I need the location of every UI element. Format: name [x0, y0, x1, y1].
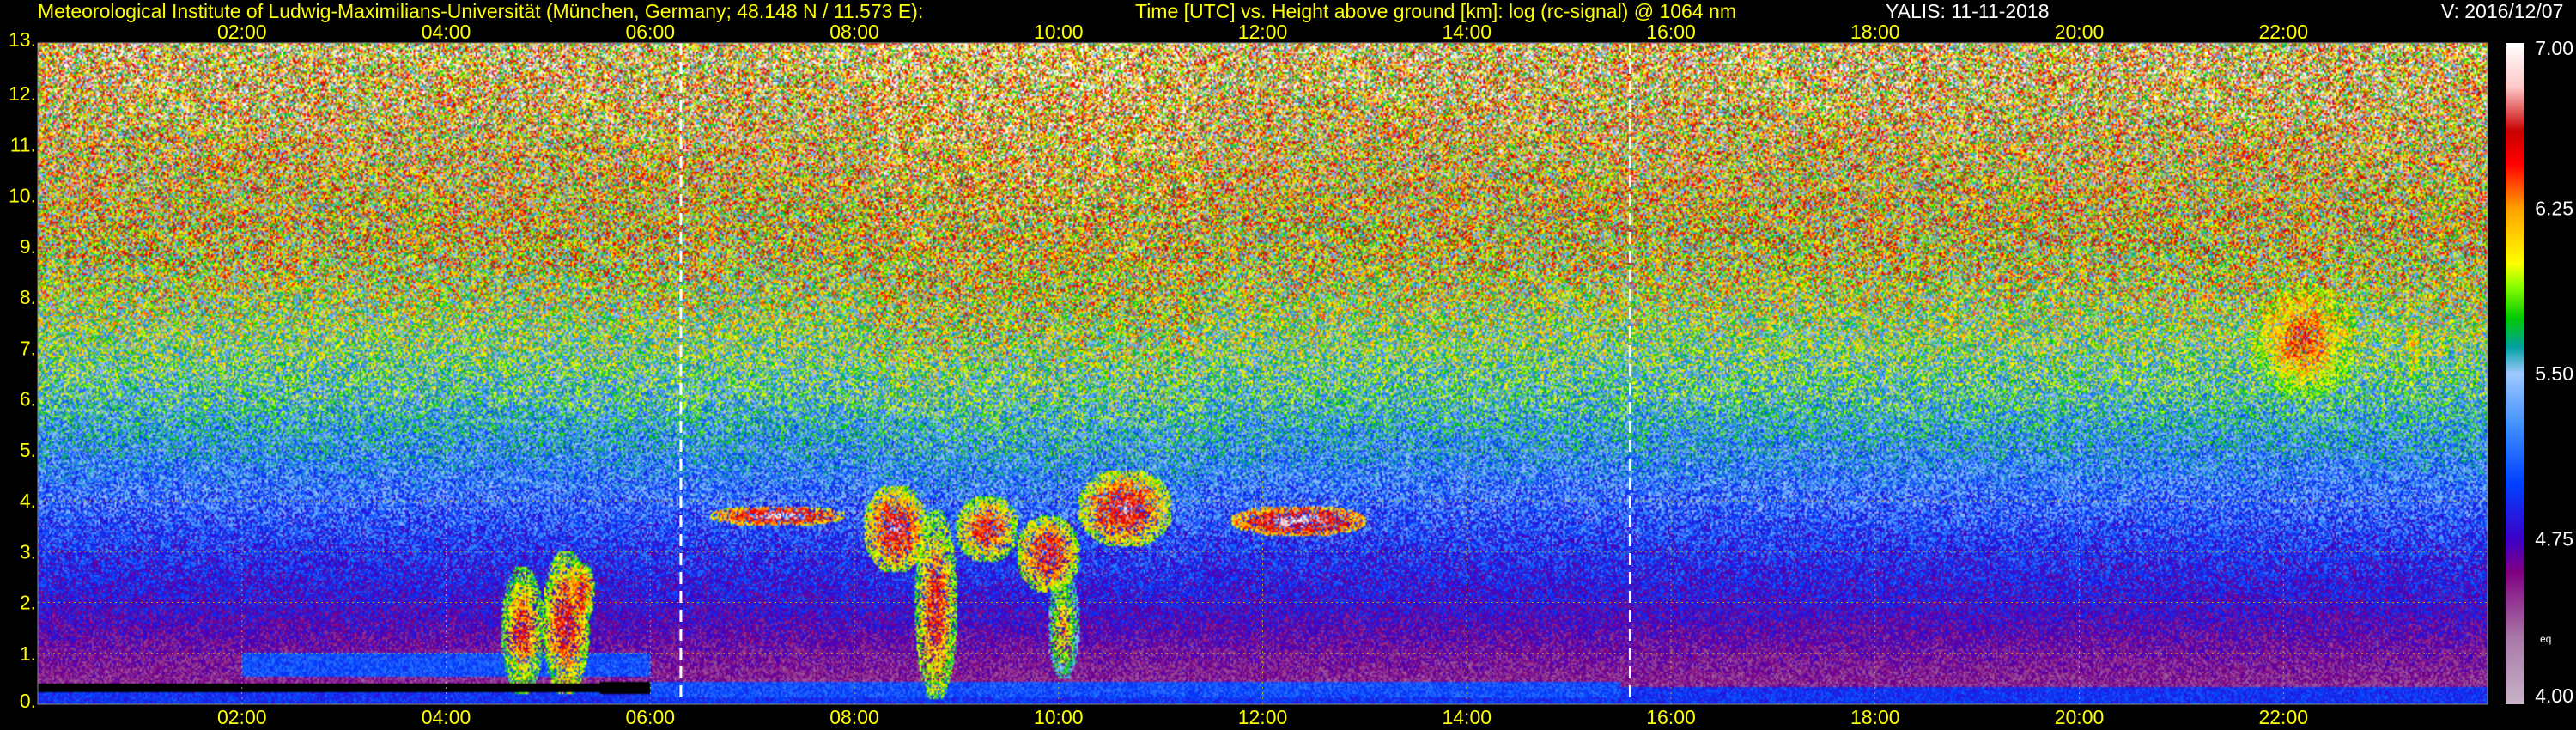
colorbar: 4.00 4.75 5.50 6.25 7.00 eq — [2506, 37, 2573, 707]
x-tick-label-top: 18:00 — [1850, 21, 1900, 43]
y-tick-label: 6. — [20, 388, 36, 411]
y-tick-label: 8. — [20, 286, 36, 308]
x-tick-label-top: 22:00 — [2258, 21, 2308, 43]
x-tick-label-bottom: 20:00 — [2055, 706, 2105, 728]
x-tick-labels-bottom: 02:00 04:00 06:00 08:00 10:00 12:00 14:00 16:00… — [217, 706, 2308, 728]
y-tick-label: 13. — [9, 28, 36, 51]
colorbar-tick-label: 7.00 — [2535, 37, 2573, 59]
colorbar-small-label: eq — [2540, 633, 2551, 645]
y-tick-label: 11. — [10, 133, 36, 155]
x-tick-label-top: 12:00 — [1238, 21, 1288, 43]
y-tick-label: 10. — [9, 185, 36, 207]
x-tick-label-bottom: 12:00 — [1238, 706, 1288, 728]
x-tick-label-bottom: 08:00 — [829, 706, 879, 728]
x-tick-label-bottom: 16:00 — [1646, 706, 1696, 728]
y-tick-label: 12. — [9, 82, 36, 105]
lidar-chart: 02:00 04:00 06:00 08:00 10:00 12:00 14:00 16:00… — [9, 21, 2573, 728]
y-tick-label: 3. — [20, 540, 36, 563]
x-tick-label-bottom: 06:00 — [625, 706, 675, 728]
x-tick-label-bottom: 14:00 — [1442, 706, 1492, 728]
y-tick-label: 9. — [20, 235, 36, 258]
colorbar-scale — [2506, 43, 2524, 704]
x-tick-label-top: 16:00 — [1646, 21, 1696, 43]
y-tick-label: 0. — [20, 690, 36, 712]
x-tick-label-top: 02:00 — [217, 21, 267, 43]
x-tick-labels-top: 02:00 04:00 06:00 08:00 10:00 12:00 14:00 16:00… — [217, 21, 2308, 43]
colorbar-tick-labels: 4.00 4.75 5.50 6.25 7.00 — [2535, 37, 2573, 707]
colorbar-tick-label: 4.00 — [2535, 684, 2573, 707]
x-tick-label-top: 06:00 — [625, 21, 675, 43]
y-tick-labels: 0. 1. 2. 3. 4. 5. 6. 7. 8. 9. 10. 11. 12. 13. — [9, 28, 36, 712]
x-tick-label-bottom: 22:00 — [2258, 706, 2308, 728]
colorbar-tick-label: 4.75 — [2535, 528, 2573, 551]
x-tick-label-top: 20:00 — [2055, 21, 2105, 43]
y-tick-label: 4. — [20, 490, 36, 512]
x-tick-label-top: 04:00 — [422, 21, 471, 43]
colorbar-tick-label: 6.25 — [2535, 198, 2573, 220]
colorbar-tick-label: 5.50 — [2535, 362, 2573, 385]
x-tick-label-bottom: 02:00 — [217, 706, 267, 728]
y-tick-label: 2. — [20, 592, 36, 614]
y-tick-label: 1. — [20, 642, 36, 665]
y-tick-label: 5. — [20, 439, 36, 461]
x-tick-label-top: 08:00 — [829, 21, 879, 43]
x-tick-label-bottom: 18:00 — [1850, 706, 1900, 728]
x-tick-label-bottom: 04:00 — [422, 706, 471, 728]
x-tick-label-top: 14:00 — [1442, 21, 1492, 43]
x-tick-label-top: 10:00 — [1034, 21, 1084, 43]
x-tick-label-bottom: 10:00 — [1034, 706, 1084, 728]
y-tick-label: 7. — [20, 337, 36, 359]
